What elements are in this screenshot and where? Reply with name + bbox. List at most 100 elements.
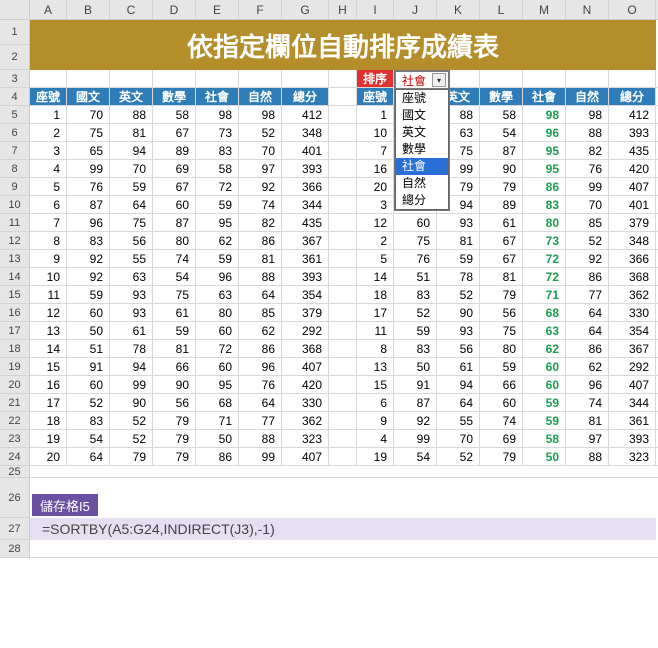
right-cell[interactable]: 74	[480, 412, 523, 429]
left-cell[interactable]: 344	[282, 196, 329, 213]
left-cell[interactable]: 65	[67, 142, 110, 159]
right-cell[interactable]: 407	[609, 376, 656, 393]
gap-cell[interactable]	[329, 196, 357, 213]
left-cell[interactable]: 58	[153, 106, 196, 123]
right-cell[interactable]: 82	[566, 142, 609, 159]
right-cell[interactable]: 96	[566, 376, 609, 393]
left-cell[interactable]: 97	[239, 160, 282, 177]
left-cell[interactable]: 63	[196, 286, 239, 303]
right-cell[interactable]: 79	[480, 448, 523, 465]
right-cell[interactable]: 71	[523, 286, 566, 303]
col-header-N[interactable]: N	[566, 0, 609, 19]
left-cell[interactable]: 12	[30, 304, 67, 321]
left-cell[interactable]: 52	[110, 430, 153, 447]
right-cell[interactable]: 354	[609, 322, 656, 339]
right-cell[interactable]: 348	[609, 232, 656, 249]
left-cell[interactable]: 92	[67, 250, 110, 267]
right-cell[interactable]: 6	[357, 394, 394, 411]
left-cell[interactable]: 361	[282, 250, 329, 267]
left-cell[interactable]: 76	[239, 376, 282, 393]
left-cell[interactable]: 87	[153, 214, 196, 231]
right-cell[interactable]: 73	[523, 232, 566, 249]
right-cell[interactable]: 8	[357, 340, 394, 357]
row-number-7[interactable]: 7	[0, 142, 29, 160]
right-cell[interactable]: 64	[566, 322, 609, 339]
empty-cell[interactable]	[110, 70, 153, 87]
col-header-A[interactable]: A	[30, 0, 67, 19]
right-cell[interactable]: 52	[437, 286, 480, 303]
left-cell[interactable]: 64	[110, 196, 153, 213]
col-header-M[interactable]: M	[523, 0, 566, 19]
left-cell[interactable]: 81	[239, 250, 282, 267]
right-cell[interactable]: 56	[437, 340, 480, 357]
gap-cell[interactable]	[329, 232, 357, 249]
right-cell[interactable]: 7	[357, 142, 394, 159]
right-cell[interactable]: 79	[480, 178, 523, 195]
right-cell[interactable]: 63	[523, 322, 566, 339]
left-cell[interactable]: 60	[153, 196, 196, 213]
left-cell[interactable]: 93	[110, 286, 153, 303]
right-header-3[interactable]: 數學	[480, 88, 523, 105]
left-cell[interactable]: 75	[153, 286, 196, 303]
left-cell[interactable]: 88	[239, 430, 282, 447]
right-cell[interactable]: 379	[609, 214, 656, 231]
left-cell[interactable]: 52	[239, 124, 282, 141]
right-cell[interactable]: 368	[609, 268, 656, 285]
gap-cell[interactable]	[329, 448, 357, 465]
row-number-11[interactable]: 11	[0, 214, 29, 232]
right-cell[interactable]: 60	[480, 394, 523, 411]
left-cell[interactable]: 18	[30, 412, 67, 429]
left-cell[interactable]: 50	[196, 430, 239, 447]
row-number-5[interactable]: 5	[0, 106, 29, 124]
right-cell[interactable]: 60	[523, 358, 566, 375]
left-cell[interactable]: 56	[153, 394, 196, 411]
corner-cell[interactable]	[0, 0, 30, 19]
gap-cell[interactable]	[329, 286, 357, 303]
right-cell[interactable]: 52	[394, 304, 437, 321]
right-cell[interactable]: 98	[523, 106, 566, 123]
left-cell[interactable]: 330	[282, 394, 329, 411]
right-cell[interactable]: 60	[394, 214, 437, 231]
left-cell[interactable]: 60	[196, 322, 239, 339]
left-cell[interactable]: 82	[239, 214, 282, 231]
right-cell[interactable]: 56	[480, 304, 523, 321]
left-cell[interactable]: 362	[282, 412, 329, 429]
left-cell[interactable]: 88	[239, 268, 282, 285]
right-cell[interactable]: 77	[566, 286, 609, 303]
row-number-24[interactable]: 24	[0, 448, 29, 466]
row-number-23[interactable]: 23	[0, 430, 29, 448]
right-cell[interactable]: 52	[437, 448, 480, 465]
right-cell[interactable]: 95	[523, 142, 566, 159]
left-cell[interactable]: 87	[67, 196, 110, 213]
left-cell[interactable]: 99	[110, 376, 153, 393]
right-cell[interactable]: 52	[566, 232, 609, 249]
left-cell[interactable]: 96	[196, 268, 239, 285]
left-cell[interactable]: 79	[110, 448, 153, 465]
left-cell[interactable]: 1	[30, 106, 67, 123]
gap-cell[interactable]	[329, 178, 357, 195]
left-cell[interactable]: 58	[196, 160, 239, 177]
right-cell[interactable]: 20	[357, 178, 394, 195]
left-cell[interactable]: 348	[282, 124, 329, 141]
right-cell[interactable]: 81	[437, 232, 480, 249]
gap-cell[interactable]	[329, 106, 357, 123]
row-number-19[interactable]: 19	[0, 358, 29, 376]
dropdown-item[interactable]: 數學	[396, 141, 448, 158]
empty-cell[interactable]	[196, 70, 239, 87]
left-header-3[interactable]: 數學	[153, 88, 196, 105]
right-cell[interactable]: 292	[609, 358, 656, 375]
left-cell[interactable]: 83	[67, 412, 110, 429]
row-number-20[interactable]: 20	[0, 376, 29, 394]
left-cell[interactable]: 55	[110, 250, 153, 267]
left-cell[interactable]: 16	[30, 376, 67, 393]
right-cell[interactable]: 50	[523, 448, 566, 465]
left-cell[interactable]: 54	[67, 430, 110, 447]
right-cell[interactable]: 344	[609, 394, 656, 411]
right-cell[interactable]: 62	[523, 340, 566, 357]
right-cell[interactable]: 90	[437, 304, 480, 321]
left-cell[interactable]: 62	[239, 322, 282, 339]
left-cell[interactable]: 20	[30, 448, 67, 465]
row-number-25[interactable]: 25	[0, 466, 29, 478]
right-cell[interactable]: 98	[566, 106, 609, 123]
right-cell[interactable]: 83	[523, 196, 566, 213]
